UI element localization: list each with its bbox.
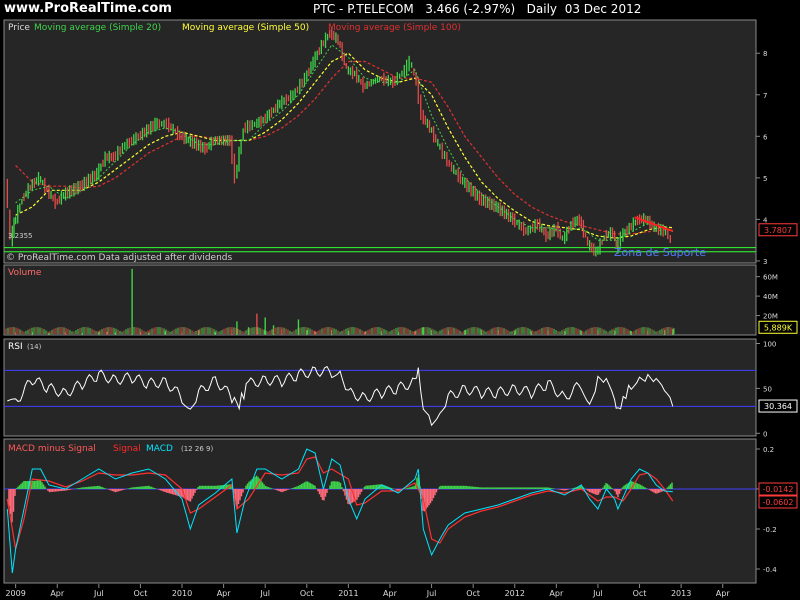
x-axis-tick-label: Oct (134, 589, 148, 598)
macd-y-axis-tick-label: -0.4 (763, 566, 777, 574)
x-axis-tick-label: Apr (716, 589, 731, 598)
price-legend-item: Moving average (Simple 20) (34, 23, 161, 33)
rsi-y-axis-tick-label: 0 (763, 430, 767, 438)
macd-last-value: -0.0142 (758, 482, 798, 496)
macd-legend-item: MACD (146, 444, 173, 454)
rsi-y-axis-tick-label: 100 (763, 340, 776, 348)
volume-last-value-text: 5,889K (764, 323, 793, 332)
x-axis-tick-label: Jul (259, 589, 270, 598)
price-legend-item: Moving average (Simple 50) (182, 23, 309, 33)
macd-panel (3, 438, 757, 584)
rsi-last-value: 30.364 (758, 399, 798, 413)
price-y-axis-tick-label: 4 (763, 216, 768, 224)
x-axis-tick-label: 2012 (505, 589, 525, 598)
x-axis-tick-label: Jul (592, 589, 603, 598)
x-axis-tick-label: Oct (300, 589, 314, 598)
rsi-title: RSI (8, 342, 23, 352)
volume-last-value: 5,889K (758, 320, 798, 334)
price-legend-item: Price (8, 23, 30, 33)
x-axis-tick-label: Apr (217, 589, 232, 598)
rsi-panel (3, 338, 757, 437)
signal-last-value: -0.0602 (758, 495, 798, 509)
x-axis-tick-label: Jul (426, 589, 437, 598)
x-axis-tick-label: Apr (383, 589, 398, 598)
macd-y-axis-tick-label: 0.2 (763, 446, 774, 454)
x-axis-tick-label: 2011 (338, 589, 358, 598)
macd-legend-item: MACD minus Signal (8, 444, 96, 454)
chart-area[interactable]: 8 7 6 5 4 3 Price Moving average (Simple 20) Mov… (0, 0, 800, 600)
macd-last-value-text: -0.0142 (763, 485, 794, 494)
x-axis-tick-label: Jul (93, 589, 104, 598)
support-annotation: Zona de Suporte (614, 246, 706, 259)
price-y-axis-tick-label: 5 (763, 175, 767, 183)
watermark: © ProRealTime.com Data adjusted after di… (6, 253, 232, 263)
volume-title: Volume (8, 268, 42, 278)
price-y-axis-tick-label: 3 (763, 258, 767, 266)
price-y-axis-tick-label: 8 (763, 50, 767, 58)
volume-y-axis-tick-label: 40M (763, 293, 778, 301)
rsi-y-axis-tick-label: 50 (763, 385, 772, 393)
price-legend: Price Moving average (Simple 20) Moving av… (8, 23, 461, 33)
volume-y-axis-tick-label: 60M (763, 274, 778, 282)
price-legend-item: Moving average (Simple 100) (328, 23, 461, 33)
x-axis-tick-label: 2013 (671, 589, 691, 598)
rsi-params: (14) (27, 343, 42, 351)
x-axis-tick-label: Oct (466, 589, 480, 598)
x-axis-tick-label: 2010 (172, 589, 192, 598)
x-axis-tick-label: 2009 (5, 589, 25, 598)
price-y-axis-tick-label: 7 (763, 92, 767, 100)
signal-last-value-text: -0.0602 (763, 498, 794, 507)
volume-panel (3, 264, 757, 336)
price-y-axis-tick-label: 6 (763, 133, 768, 141)
low-label: 3.2355 (8, 232, 33, 240)
x-axis-tick-label: Oct (633, 589, 647, 598)
macd-y-axis-tick-label: -0.2 (763, 526, 777, 534)
price-panel (3, 19, 757, 264)
rsi-last-value-text: 30.364 (764, 402, 792, 411)
x-axis-tick-label: Apr (549, 589, 564, 598)
x-axis-tick-label: Apr (50, 589, 65, 598)
price-last-value-text: 3.7807 (764, 226, 792, 235)
volume-y-axis-tick-label: 20M (763, 313, 778, 321)
macd-legend-item: Signal (113, 444, 141, 454)
macd-params: (12 26 9) (181, 445, 213, 453)
price-last-value: 3.7807 (758, 223, 798, 237)
